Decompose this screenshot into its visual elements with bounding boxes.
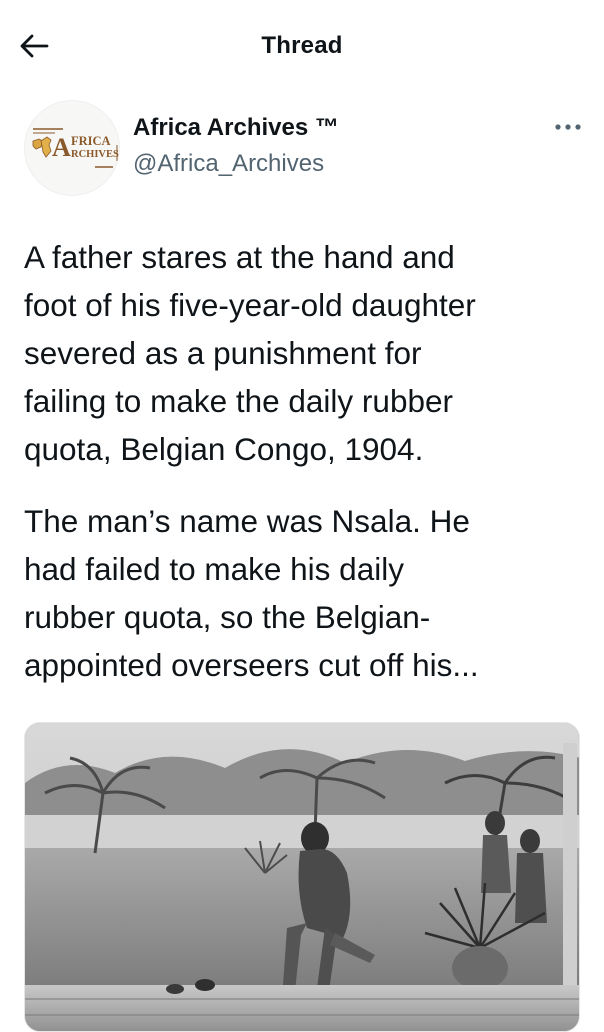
author-handle[interactable]: @Africa_Archives (133, 150, 324, 178)
svg-text:A: A (52, 133, 71, 162)
tweet-text-paragraph-2[interactable]: The man’s name was Nsala. He had failed … (24, 497, 580, 689)
tweet-text-paragraph-1: A father stares at the hand and foot of … (24, 239, 476, 467)
tweet-photo[interactable] (24, 722, 580, 1032)
more-options-button[interactable] (548, 112, 588, 142)
author-name[interactable]: Africa Archives ™ (133, 114, 339, 142)
page-title: Thread (261, 32, 343, 59)
svg-text:FRICA: FRICA (71, 134, 111, 148)
more-horizontal-icon (555, 124, 581, 130)
africa-archives-logo: A FRICA RCHIVES (32, 128, 119, 168)
avatar[interactable]: A FRICA RCHIVES (24, 100, 120, 196)
top-bar: Thread (0, 0, 604, 92)
svg-text:RCHIVES: RCHIVES (71, 149, 119, 160)
historical-photo-illustration (25, 723, 579, 1031)
